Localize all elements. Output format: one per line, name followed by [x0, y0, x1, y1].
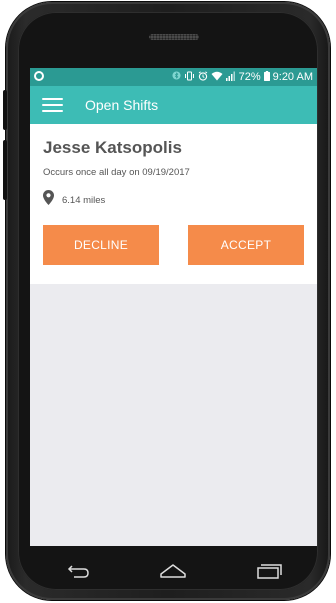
page-title: Open Shifts	[85, 97, 159, 113]
clock: 9:20 AM	[272, 70, 313, 83]
distance-row: 6.14 miles	[43, 190, 304, 210]
decline-button[interactable]: DECLINE	[43, 225, 159, 265]
earpiece-speaker	[149, 34, 199, 40]
employee-name: Jesse Katsopolis	[43, 138, 182, 157]
distance-value: 6.14 miles	[62, 194, 106, 206]
bluetooth-icon	[172, 71, 181, 83]
status-bar: 72% 9:20 AM	[30, 68, 317, 86]
vibrate-icon	[184, 71, 195, 84]
side-button-left-lower	[3, 140, 7, 200]
location-pin-icon	[43, 190, 54, 210]
app-bar: Open Shifts	[30, 86, 317, 124]
recents-icon[interactable]	[251, 559, 287, 583]
notification-icon	[34, 70, 44, 84]
android-nav-bar	[30, 548, 317, 594]
alarm-icon	[198, 70, 208, 84]
shift-occurrence: Occurs once all day on 09/19/2017	[43, 167, 190, 178]
accept-button[interactable]: ACCEPT	[188, 225, 304, 265]
hamburger-menu-icon[interactable]	[42, 98, 63, 112]
battery-percent: 72%	[238, 70, 261, 83]
screen: 72% 9:20 AM Open Shifts Jesse Katsopolis…	[30, 68, 317, 546]
side-button-left-upper	[3, 90, 7, 130]
signal-icon	[225, 71, 236, 84]
home-icon[interactable]	[155, 559, 191, 583]
shift-actions: DECLINE ACCEPT	[43, 225, 304, 265]
wifi-icon	[211, 71, 223, 84]
battery-icon	[263, 70, 270, 84]
back-icon[interactable]	[60, 559, 96, 583]
shift-card: Jesse Katsopolis Occurs once all day on …	[30, 124, 317, 284]
